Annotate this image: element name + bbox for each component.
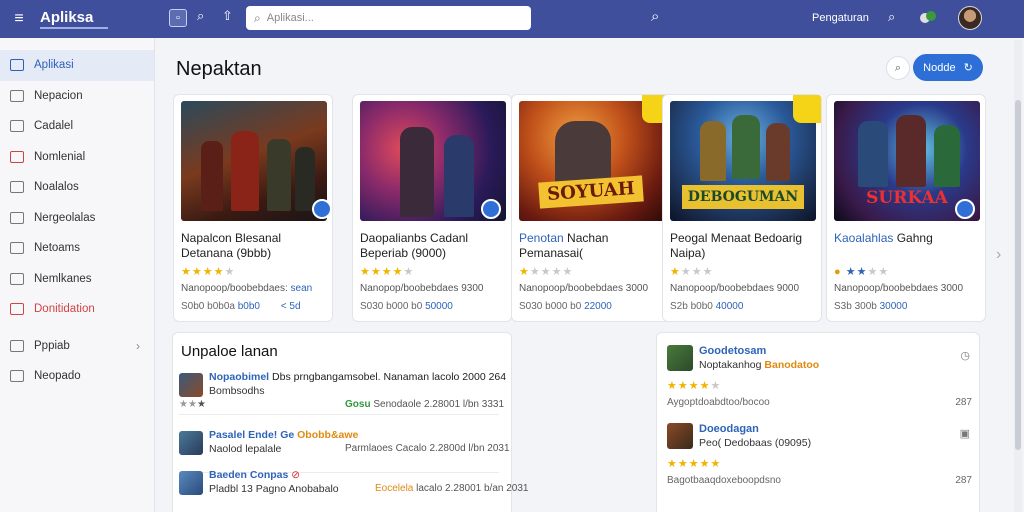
verified-badge-icon bbox=[955, 199, 975, 219]
grid-icon bbox=[10, 339, 24, 352]
bonus-icon bbox=[793, 95, 821, 123]
hamburger-menu-icon[interactable]: ≡ bbox=[0, 0, 38, 38]
notifications-icon[interactable]: ⌕ bbox=[888, 9, 895, 25]
apps-icon bbox=[10, 59, 24, 72]
sidebar-item-netoams[interactable]: Netoams bbox=[0, 233, 154, 264]
app-thumbnail bbox=[179, 471, 203, 495]
clock-icon[interactable]: ◷ bbox=[960, 349, 970, 362]
box-icon[interactable]: ▣ bbox=[960, 427, 970, 440]
list-icon bbox=[10, 89, 24, 102]
update-row[interactable]: Nopaobimel Dbs prngbangamsobel. Nanaman … bbox=[179, 369, 506, 415]
folder-icon bbox=[10, 272, 24, 285]
filter-icon[interactable]: ⌕ bbox=[886, 56, 910, 80]
page-title: Nepaktan bbox=[176, 58, 262, 80]
sidebar-item-neopado[interactable]: Neopado bbox=[0, 361, 154, 392]
sidebar-item-aplikasi[interactable]: Aplikasi bbox=[0, 50, 154, 81]
upload-icon[interactable]: ⇧ bbox=[222, 8, 233, 24]
status-icon[interactable] bbox=[920, 11, 938, 25]
sidebar-item-donitidation[interactable]: Donitidation bbox=[0, 294, 154, 325]
sidebar-item-nomlenial[interactable]: Nomlenial bbox=[0, 142, 154, 173]
page-icon bbox=[10, 120, 24, 133]
primary-action-button[interactable]: Nodde ↻ bbox=[913, 54, 983, 81]
updates-panel: Unpaloe lanan Nopaobimel Dbs prngbangams… bbox=[172, 332, 528, 512]
app-artwork bbox=[181, 101, 327, 221]
rating-stars: ★★★★★ bbox=[181, 266, 236, 278]
sidebar-item-nergeolalas[interactable]: Nergeolalas bbox=[0, 203, 154, 234]
app-card[interactable]: DEBOGUMAN Peogal Menaat Bedoarig Naipa) … bbox=[662, 94, 822, 322]
avatar[interactable] bbox=[958, 6, 982, 30]
search-bar[interactable]: ⌕ bbox=[246, 6, 531, 30]
search-input[interactable] bbox=[266, 12, 507, 24]
top-bar: ≡ Apliksa ▫ ⌕ ⇧ ⌕ ⌕ Pengaturan ⌕ bbox=[0, 0, 1024, 38]
rating-stars: ★★★★★ bbox=[667, 458, 722, 470]
chevron-right-icon: › bbox=[136, 338, 140, 353]
search-icon: ⌕ bbox=[254, 10, 261, 25]
chat-badge-icon bbox=[481, 199, 501, 219]
game-logo: DEBOGUMAN bbox=[682, 185, 804, 209]
rating-stars: ★★★★ bbox=[670, 266, 714, 278]
app-card[interactable]: SURKAA Kaoalahlas Gahng ● ★★★★ Nanopoop/… bbox=[826, 94, 986, 322]
rating-stars: ★★★★★ bbox=[667, 380, 722, 392]
menu-lines-icon bbox=[10, 181, 24, 194]
scrollbar-thumb[interactable] bbox=[1015, 100, 1021, 450]
box-icon bbox=[10, 242, 24, 255]
app-thumbnail bbox=[179, 431, 203, 455]
reviews-panel: Goodetosam Noptakanhog Banodatoo ◷ ★★★★★… bbox=[656, 332, 980, 512]
rating-stars: ● ★★★★ bbox=[834, 266, 890, 278]
app-thumbnail bbox=[179, 373, 203, 397]
sidebar-item-noalalos[interactable]: Noalalos bbox=[0, 172, 154, 203]
search-icon[interactable]: ⌕ bbox=[651, 8, 659, 25]
sidebar-item-cadalel[interactable]: Cadalel bbox=[0, 111, 154, 142]
updates-title: Unpaloe lanan bbox=[181, 343, 278, 360]
app-logo[interactable]: Apliksa bbox=[40, 9, 108, 29]
user-menu-label[interactable]: Pengaturan bbox=[812, 12, 869, 24]
error-icon: ⊘ bbox=[291, 469, 301, 481]
sidebar-item-pppiab[interactable]: Pppiab › bbox=[0, 331, 154, 362]
rating-stars: ★★★ bbox=[179, 399, 206, 410]
logo-underline bbox=[40, 26, 108, 29]
info-icon bbox=[10, 370, 24, 383]
sidebar-item-nepacion[interactable]: Nepacion bbox=[0, 81, 154, 112]
wrench-icon bbox=[10, 303, 24, 316]
chart-icon bbox=[10, 211, 24, 224]
sidebar-item-nemlkanes[interactable]: Nemlkanes bbox=[0, 264, 154, 295]
chevron-right-icon[interactable]: › bbox=[996, 246, 1001, 264]
image-icon bbox=[10, 150, 24, 163]
sidebar: Aplikasi Nepacion Cadalel Nomlenial Noal… bbox=[0, 38, 155, 512]
app-thumbnail bbox=[667, 423, 693, 449]
app-card[interactable]: Napalcon Blesanal Detanana (9bbb) ★★★★★ … bbox=[173, 94, 333, 322]
game-logo: SURKAA bbox=[866, 188, 948, 208]
rating-stars: ★★★★★ bbox=[360, 266, 415, 278]
app-card[interactable]: Daopalianbs Cadanl Beperiab (9000) ★★★★★… bbox=[352, 94, 512, 322]
refresh-icon: ↻ bbox=[963, 62, 973, 74]
update-row[interactable]: Baeden Conpas ⊘ Pladbl 13 Pagno Anobabal… bbox=[179, 467, 528, 512]
rating-stars: ★★★★★ bbox=[519, 266, 574, 278]
app-thumbnail bbox=[667, 345, 693, 371]
app-card[interactable]: SOYUAH Penotan Nachan Pemanasai( ★★★★★ N… bbox=[511, 94, 671, 322]
search-toggle-icon[interactable]: ⌕ bbox=[197, 8, 204, 24]
verified-badge-icon bbox=[312, 199, 332, 219]
window-icon[interactable]: ▫ bbox=[169, 9, 187, 27]
